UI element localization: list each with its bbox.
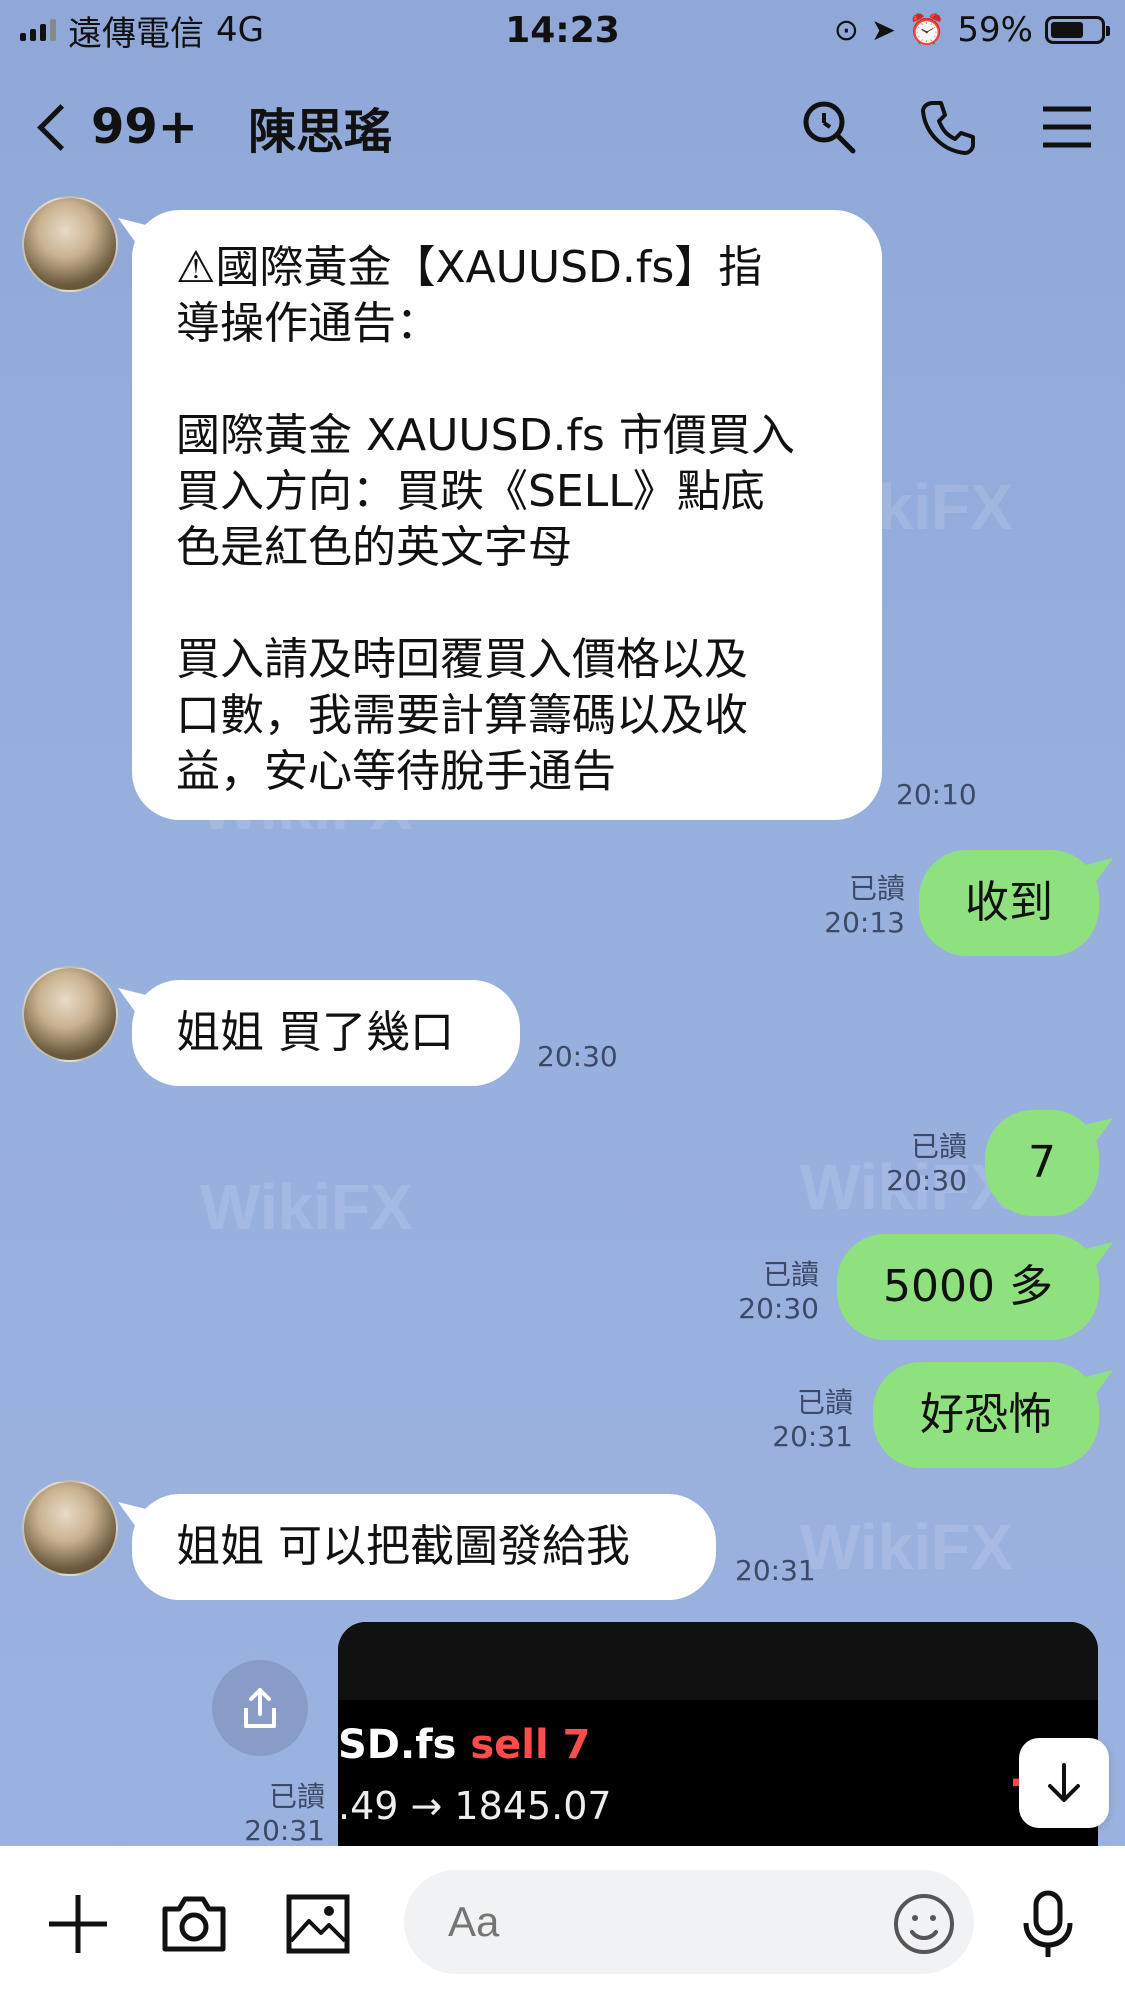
message-time: 20:31 [772, 1420, 853, 1453]
header-actions [799, 97, 1095, 157]
screenshot-order-line: SD.fs sell 7 [338, 1722, 590, 1768]
message-time: 20:31 [735, 1554, 816, 1587]
screenshot-header-band [338, 1622, 1098, 1700]
message-bubble-incoming[interactable]: 姐姐 買了幾口 [132, 980, 520, 1086]
alarm-icon: ⏰ [908, 12, 946, 48]
avatar[interactable] [22, 196, 118, 292]
message-time: 20:10 [896, 778, 977, 811]
screenshot-side: sell 7 [470, 1722, 591, 1768]
message-bubble-outgoing[interactable]: 7 [985, 1110, 1099, 1216]
plus-icon [49, 1895, 107, 1953]
phone-icon[interactable] [919, 97, 979, 157]
message-text: 收到 [965, 877, 1053, 928]
image-message[interactable]: SD.fs sell 7 .49 → 1845.07 -5 [338, 1622, 1098, 1852]
emoji-button[interactable] [884, 1884, 964, 1964]
read-label: 已讀 [762, 1258, 819, 1291]
watermark: WikiFX [800, 1511, 1013, 1583]
camera-button[interactable] [154, 1884, 234, 1964]
search-icon[interactable] [799, 97, 859, 157]
chat-header: 99+ 陳思瑤 [0, 72, 1125, 182]
screenshot-symbol: SD.fs [338, 1722, 471, 1768]
status-left: 遠傳電信 4G [20, 6, 264, 55]
read-label: 已讀 [796, 1386, 853, 1419]
message-text: 5000 多 [883, 1261, 1053, 1312]
chat-area[interactable]: WikiFX WikiFX WikiFX WikiFX WikiFX ⚠國際黃金… [0, 190, 1125, 1852]
message-time: 20:31 [244, 1814, 325, 1847]
read-label: 已讀 [848, 872, 905, 905]
back-chevron-icon [37, 103, 84, 151]
emoji-icon [894, 1894, 954, 1954]
read-label: 已讀 [910, 1130, 967, 1163]
message-text: 7 [1028, 1137, 1056, 1188]
add-button[interactable] [38, 1884, 118, 1964]
location-icon: ➤ [870, 12, 897, 48]
avatar[interactable] [22, 966, 118, 1062]
read-label: 已讀 [268, 1780, 325, 1813]
message-bubble-outgoing[interactable]: 收到 [919, 850, 1099, 956]
message-bubble-outgoing[interactable]: 5000 多 [837, 1234, 1099, 1340]
read-receipt: 已讀 20:30 [886, 1130, 967, 1198]
status-time: 14:23 [505, 9, 620, 51]
status-right: ⊙ ➤ ⏰ 59% [833, 10, 1110, 50]
gallery-button[interactable] [278, 1884, 358, 1964]
network-label: 4G [216, 10, 264, 50]
back-button[interactable]: 99+ [30, 99, 198, 155]
read-receipt: 已讀 20:31 [244, 1780, 325, 1848]
message-time: 20:30 [886, 1164, 967, 1197]
read-receipt: 已讀 20:31 [772, 1386, 853, 1454]
share-button[interactable] [212, 1660, 308, 1756]
camera-icon [162, 1896, 226, 1952]
battery-icon [1045, 16, 1110, 44]
battery-percent: 59% [957, 10, 1033, 50]
message-text: 好恐怖 [920, 1389, 1052, 1440]
message-text: ⚠國際黃金【XAUUSD.fs】指 導操作通告： 國際黃金 XAUUSD.fs … [176, 242, 795, 797]
avatar[interactable] [22, 1480, 118, 1576]
message-time: 20:30 [738, 1292, 819, 1325]
message-text: 姐姐 可以把截圖發給我 [176, 1521, 630, 1572]
watermark: WikiFX [200, 1171, 413, 1243]
message-text: 姐姐 買了幾口 [176, 1007, 454, 1058]
share-icon [244, 1688, 276, 1728]
signal-icon [20, 19, 56, 41]
arrow-down-icon [1048, 1763, 1080, 1802]
contact-name: 陳思瑤 [248, 104, 393, 160]
voice-button[interactable] [1008, 1884, 1088, 1964]
screenshot-price-line: .49 → 1845.07 [338, 1784, 612, 1828]
message-bubble-incoming[interactable]: ⚠國際黃金【XAUUSD.fs】指 導操作通告： 國際黃金 XAUUSD.fs … [132, 210, 882, 820]
unread-count: 99+ [91, 99, 199, 155]
message-bubble-incoming[interactable]: 姐姐 可以把截圖發給我 [132, 1494, 716, 1600]
status-bar: 遠傳電信 4G 14:23 ⊙ ➤ ⏰ 59% [0, 0, 1125, 60]
microphone-icon [1023, 1890, 1073, 1957]
carrier-label: 遠傳電信 [68, 13, 204, 54]
message-time: 20:30 [537, 1040, 618, 1073]
read-receipt: 已讀 20:13 [824, 872, 905, 940]
orientation-lock-icon: ⊙ [833, 12, 859, 48]
read-receipt: 已讀 20:30 [738, 1258, 819, 1326]
scroll-to-bottom-button[interactable] [1019, 1738, 1109, 1828]
message-time: 20:13 [824, 906, 905, 939]
image-icon [286, 1894, 350, 1954]
input-toolbar [0, 1846, 1125, 2001]
menu-icon[interactable] [1039, 99, 1095, 155]
message-bubble-outgoing[interactable]: 好恐怖 [873, 1362, 1099, 1468]
